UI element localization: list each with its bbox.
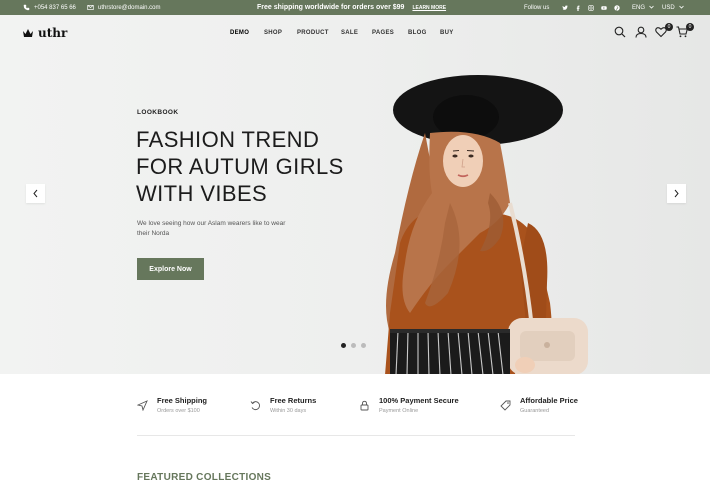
promo-banner: Free shipping worldwide for orders over … <box>257 0 446 15</box>
nav-shop[interactable]: SHOP <box>264 30 282 36</box>
currency-value: USD <box>662 4 675 11</box>
email-contact[interactable]: uthrstore@domain.com <box>87 0 160 15</box>
hero-title: FASHION TREND FOR AUTUM GIRLS WITH VIBES <box>136 126 356 207</box>
hero-title-line: FASHION TREND <box>136 127 320 152</box>
slider-dots <box>341 343 366 348</box>
wishlist-count-badge: 0 <box>665 23 673 31</box>
currency-selector[interactable]: USD <box>662 0 684 15</box>
section-divider <box>137 435 575 436</box>
search-button[interactable] <box>614 26 628 40</box>
email-icon <box>87 4 94 11</box>
feature-subtitle: Within 30 days <box>270 408 307 414</box>
next-slide-button[interactable] <box>667 184 686 203</box>
crown-icon <box>23 29 33 37</box>
cart-button[interactable]: 0 <box>676 23 694 40</box>
return-icon <box>250 400 262 412</box>
features-section: Free Shipping Orders over $100 Free Retu… <box>0 374 710 501</box>
site-logo[interactable]: uthr <box>22 26 67 40</box>
feature-free-returns: Free Returns Within 30 days <box>250 396 316 414</box>
hero-title-line: WITH VIBES <box>136 181 268 206</box>
top-bar: +054 837 65 66 uthrstore@domain.com Free… <box>0 0 710 15</box>
phone-contact[interactable]: +054 837 65 66 <box>23 0 76 15</box>
phone-icon <box>23 4 30 11</box>
feature-title: Free Shipping <box>157 396 208 405</box>
hero-model-image <box>385 75 588 374</box>
slider-dot[interactable] <box>341 343 346 348</box>
learn-more-link[interactable]: LEARN MORE <box>412 5 446 11</box>
wishlist-button[interactable]: 0 <box>655 23 673 40</box>
youtube-icon[interactable] <box>601 5 608 11</box>
feature-subtitle: Orders over $100 <box>157 408 200 414</box>
feature-title: Affordable Price <box>520 396 578 405</box>
hero-slider: LOOKBOOK FASHION TREND FOR AUTUM GIRLS W… <box>0 15 710 374</box>
chevron-left-icon <box>33 189 38 198</box>
phone-number: +054 837 65 66 <box>34 4 76 11</box>
feature-payment-secure: 100% Payment Secure Payment Online <box>359 396 459 414</box>
feature-free-shipping: Free Shipping Orders over $100 <box>137 396 207 414</box>
pinterest-icon[interactable] <box>614 4 621 11</box>
nav-sale[interactable]: SALE <box>341 30 358 36</box>
lock-icon <box>359 400 371 412</box>
promo-text: Free shipping worldwide for orders over … <box>257 4 405 11</box>
nav-buy[interactable]: BUY <box>440 30 454 36</box>
feature-title: 100% Payment Secure <box>379 396 459 405</box>
account-button[interactable] <box>635 26 649 40</box>
chevron-down-icon <box>678 5 684 11</box>
search-icon <box>614 26 626 38</box>
tag-icon <box>500 400 512 412</box>
hero-eyebrow: LOOKBOOK <box>137 109 179 116</box>
chevron-right-icon <box>674 189 679 198</box>
social-links <box>562 4 621 11</box>
feature-affordable-price: Affordable Price Guaranteed <box>500 396 578 414</box>
follow-label: Follow us <box>524 4 550 11</box>
user-icon <box>635 26 647 38</box>
hero-description: We love seeing how our Aslam wearers lik… <box>137 220 286 237</box>
featured-collections-title: FEATURED COLLECTIONS <box>137 472 272 483</box>
send-icon <box>137 400 149 412</box>
language-value: ENG <box>632 4 646 11</box>
nav-blog[interactable]: BLOG <box>408 30 427 36</box>
slider-dot[interactable] <box>351 343 356 348</box>
follow-us: Follow us <box>524 0 621 15</box>
logo-text: uthr <box>38 26 68 40</box>
hero-title-line: FOR AUTUM GIRLS <box>136 154 344 179</box>
language-selector[interactable]: ENG <box>632 0 654 15</box>
email-address: uthrstore@domain.com <box>98 4 161 11</box>
feature-title: Free Returns <box>270 396 317 405</box>
site-header: uthr DEMO SHOP PRODUCT SALE PAGES BLOG B… <box>0 15 710 51</box>
instagram-icon[interactable] <box>588 4 595 11</box>
nav-pages[interactable]: PAGES <box>372 30 394 36</box>
cart-count-badge: 0 <box>686 23 694 31</box>
feature-subtitle: Payment Online <box>379 408 419 414</box>
feature-subtitle: Guaranteed <box>520 408 550 414</box>
twitter-icon[interactable] <box>562 4 569 11</box>
facebook-icon[interactable] <box>575 5 581 11</box>
prev-slide-button[interactable] <box>26 184 45 203</box>
slider-dot[interactable] <box>361 343 366 348</box>
explore-now-button[interactable]: Explore Now <box>137 258 204 280</box>
nav-demo[interactable]: DEMO <box>230 30 249 36</box>
nav-product[interactable]: PRODUCT <box>297 30 329 36</box>
chevron-down-icon <box>649 5 654 11</box>
